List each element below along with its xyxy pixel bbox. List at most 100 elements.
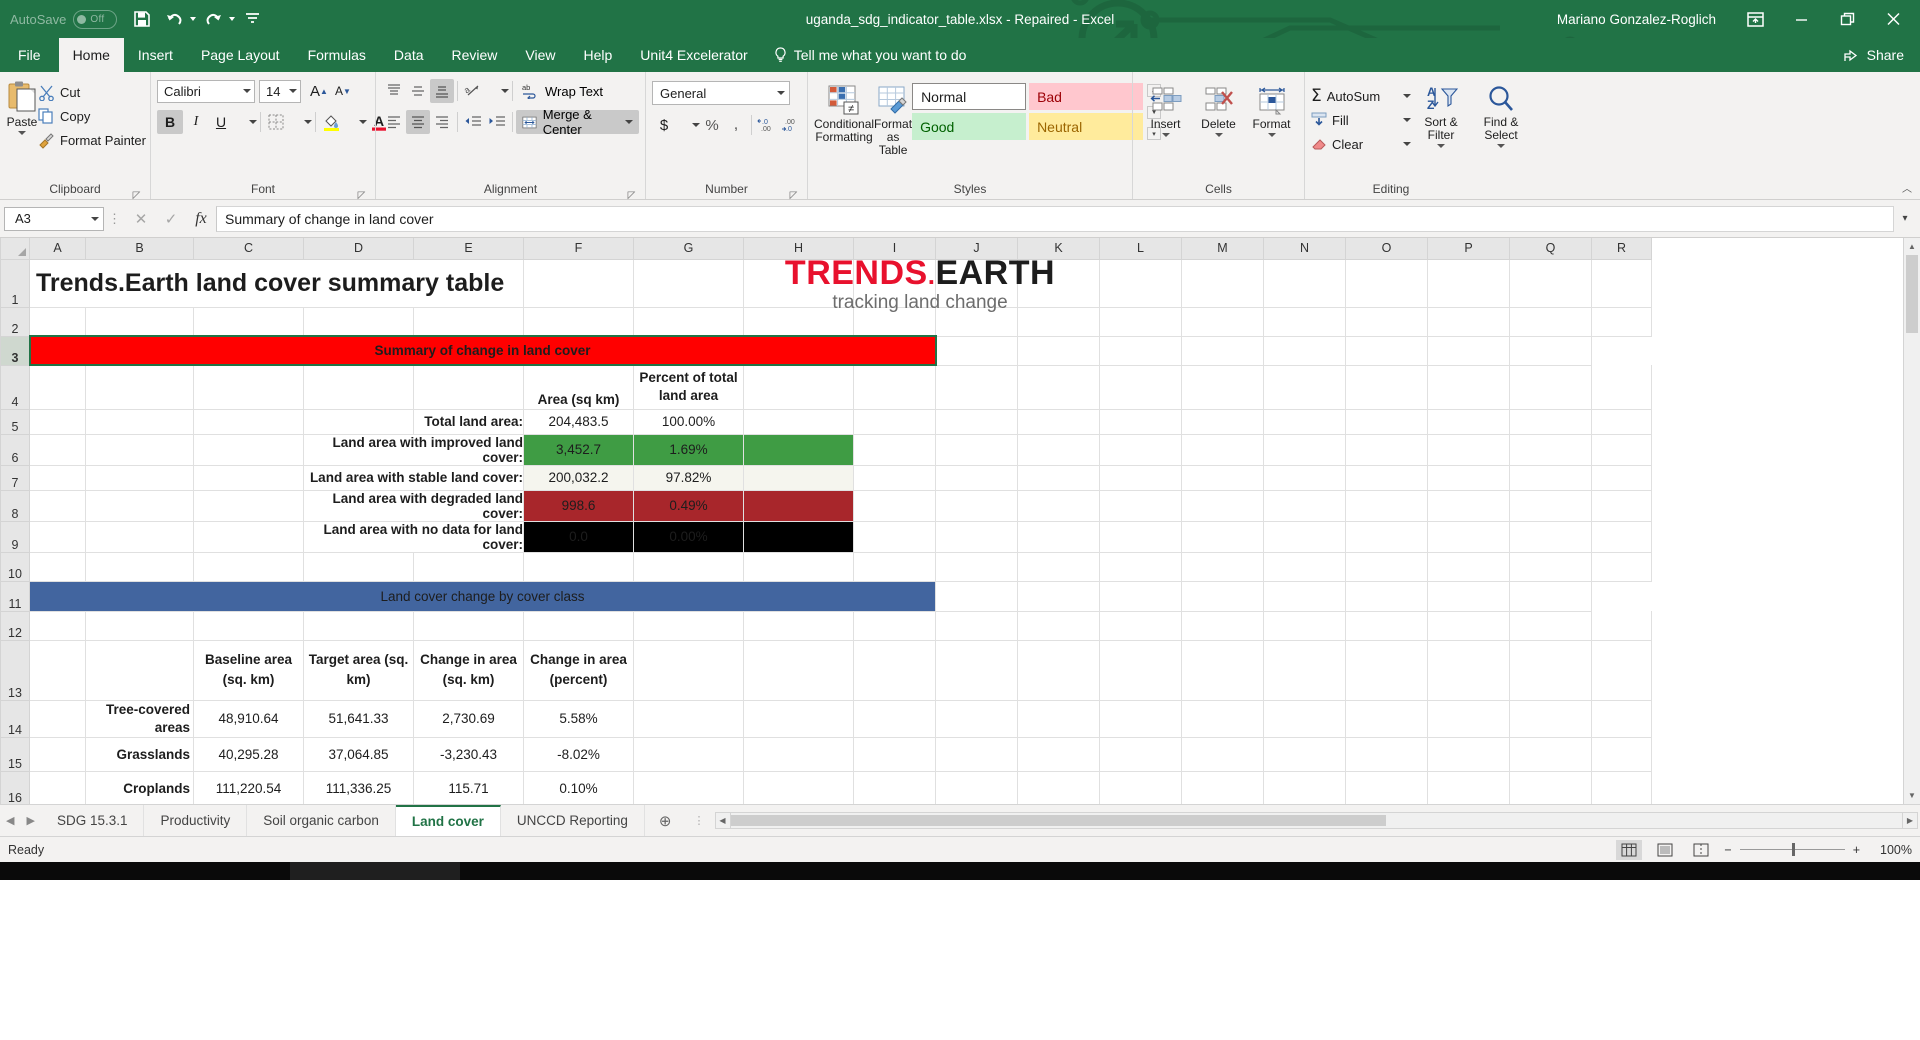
sheet-tab-land-cover[interactable]: Land cover	[396, 805, 501, 836]
name-box-dropdown-icon[interactable]	[91, 217, 99, 221]
cell-R12[interactable]	[1592, 611, 1652, 640]
cell-C10[interactable]	[194, 552, 304, 581]
paste-dropdown-icon[interactable]	[18, 131, 26, 135]
tab-home[interactable]: Home	[59, 38, 124, 72]
font-dialog-launcher[interactable]: ◸	[356, 186, 367, 197]
name-box[interactable]: A3	[4, 207, 104, 231]
cell-B16-class-name[interactable]: Croplands	[86, 771, 194, 804]
row-header-2[interactable]: 2	[1, 307, 30, 336]
col-header-K[interactable]: K	[1018, 238, 1100, 259]
cell-A2[interactable]	[30, 307, 86, 336]
cell-I8[interactable]	[854, 490, 936, 521]
col-header-M[interactable]: M	[1182, 238, 1264, 259]
row-header-11[interactable]: 11	[1, 581, 30, 611]
cell-A13[interactable]	[30, 640, 86, 700]
cell-R5[interactable]	[1592, 409, 1652, 434]
fill-color-button[interactable]	[319, 110, 343, 134]
horizontal-scroll-thumb[interactable]	[731, 815, 1386, 826]
cell-I14[interactable]	[854, 700, 936, 737]
bold-button[interactable]: B	[157, 110, 183, 134]
share-button[interactable]: Share	[1828, 38, 1920, 72]
find-select-dropdown-icon[interactable]	[1497, 144, 1505, 148]
grow-font-button[interactable]: A▲	[307, 79, 331, 103]
cell-K6[interactable]	[1018, 434, 1100, 465]
cell-N9[interactable]	[1264, 521, 1346, 552]
cell-H4[interactable]	[744, 365, 854, 409]
cell-F14-change-pct[interactable]: 5.58%	[524, 700, 634, 737]
undo-icon[interactable]	[159, 5, 189, 33]
align-bottom-button[interactable]	[430, 79, 454, 103]
cell-E12[interactable]	[414, 611, 524, 640]
hscroll-right-icon[interactable]: ▶	[1902, 812, 1918, 829]
font-name-input[interactable]: Calibri	[157, 80, 255, 103]
cell-F8-area[interactable]: 998.6	[524, 490, 634, 521]
font-size-dropdown-icon[interactable]	[289, 89, 297, 93]
cell-C16-baseline[interactable]: 111,220.54	[194, 771, 304, 804]
cell-P9[interactable]	[1428, 521, 1510, 552]
cell-K13[interactable]	[1018, 640, 1100, 700]
find-select-button[interactable]: Find & Select	[1471, 80, 1531, 148]
cell-D15-target[interactable]: 37,064.85	[304, 737, 414, 771]
zoom-track[interactable]	[1740, 849, 1845, 850]
clear-button[interactable]: Clear	[1311, 132, 1411, 156]
row-header-14[interactable]: 14	[1, 700, 30, 737]
row-header-12[interactable]: 12	[1, 611, 30, 640]
cell-Q4[interactable]	[1510, 365, 1592, 409]
cell-K3[interactable]	[936, 336, 1018, 365]
tab-formulas[interactable]: Formulas	[294, 38, 380, 72]
fill-dropdown-icon[interactable]	[1403, 118, 1411, 122]
cell-R13[interactable]	[1592, 640, 1652, 700]
cell-L7[interactable]	[1100, 465, 1182, 490]
cell-B6[interactable]	[86, 434, 194, 465]
cell-F7-area[interactable]: 200,032.2	[524, 465, 634, 490]
cell-P6[interactable]	[1428, 434, 1510, 465]
cell-F12[interactable]	[524, 611, 634, 640]
cell-C13-baseline-header[interactable]: Baseline area (sq. km)	[194, 640, 304, 700]
cell-R7[interactable]	[1592, 465, 1652, 490]
cell-O15[interactable]	[1346, 737, 1428, 771]
clipboard-dialog-launcher[interactable]: ◸	[131, 186, 142, 197]
cell-A3-summary-banner[interactable]: Summary of change in land cover	[30, 336, 936, 365]
cell-D12[interactable]	[304, 611, 414, 640]
col-header-L[interactable]: L	[1100, 238, 1182, 259]
cell-M12[interactable]	[1182, 611, 1264, 640]
collapse-ribbon-icon[interactable]: ︿	[1902, 180, 1912, 195]
tell-me-box[interactable]: Tell me what you want to do	[762, 38, 979, 72]
orientation-dropdown-icon[interactable]	[485, 79, 509, 103]
merge-center-button[interactable]: Merge & Center	[516, 110, 639, 134]
cell-M4[interactable]	[1182, 365, 1264, 409]
cell-F4-area-header[interactable]: Area (sq km)	[524, 365, 634, 409]
sheet-nav-next-icon[interactable]: ▶	[26, 814, 34, 827]
col-header-H[interactable]: H	[744, 238, 854, 259]
cell-O16[interactable]	[1346, 771, 1428, 804]
cell-R10[interactable]	[1592, 552, 1652, 581]
cell-O10[interactable]	[1346, 552, 1428, 581]
decrease-indent-button[interactable]	[461, 110, 485, 134]
cell-H2[interactable]	[744, 307, 854, 336]
cell-L3[interactable]	[1018, 336, 1100, 365]
cell-B9[interactable]	[86, 521, 194, 552]
cell-G15[interactable]	[634, 737, 744, 771]
cell-B4[interactable]	[86, 365, 194, 409]
cell-style-neutral[interactable]: Neutral	[1029, 113, 1143, 140]
cell-K10[interactable]	[1018, 552, 1100, 581]
cell-M8[interactable]	[1182, 490, 1264, 521]
paste-button[interactable]: Paste	[6, 76, 38, 135]
cell-I9[interactable]	[854, 521, 936, 552]
cell-R1[interactable]	[1592, 259, 1652, 307]
row-header-8[interactable]: 8	[1, 490, 30, 521]
cell-H6[interactable]	[744, 434, 854, 465]
cell-E10[interactable]	[414, 552, 524, 581]
cell-P16[interactable]	[1428, 771, 1510, 804]
cell-Q14[interactable]	[1510, 700, 1592, 737]
undo-control[interactable]	[159, 5, 196, 33]
cell-F13-change-pct-header[interactable]: Change in area (percent)	[524, 640, 634, 700]
cell-L16[interactable]	[1100, 771, 1182, 804]
restore-icon[interactable]	[1824, 0, 1870, 38]
cell-H1[interactable]	[744, 259, 854, 307]
vertical-scroll-track[interactable]	[1904, 255, 1920, 787]
cell-K15[interactable]	[1018, 737, 1100, 771]
quick-access-toolbar[interactable]: AutoSave Off	[0, 5, 267, 33]
cell-B5[interactable]	[86, 409, 194, 434]
cell-P12[interactable]	[1428, 611, 1510, 640]
